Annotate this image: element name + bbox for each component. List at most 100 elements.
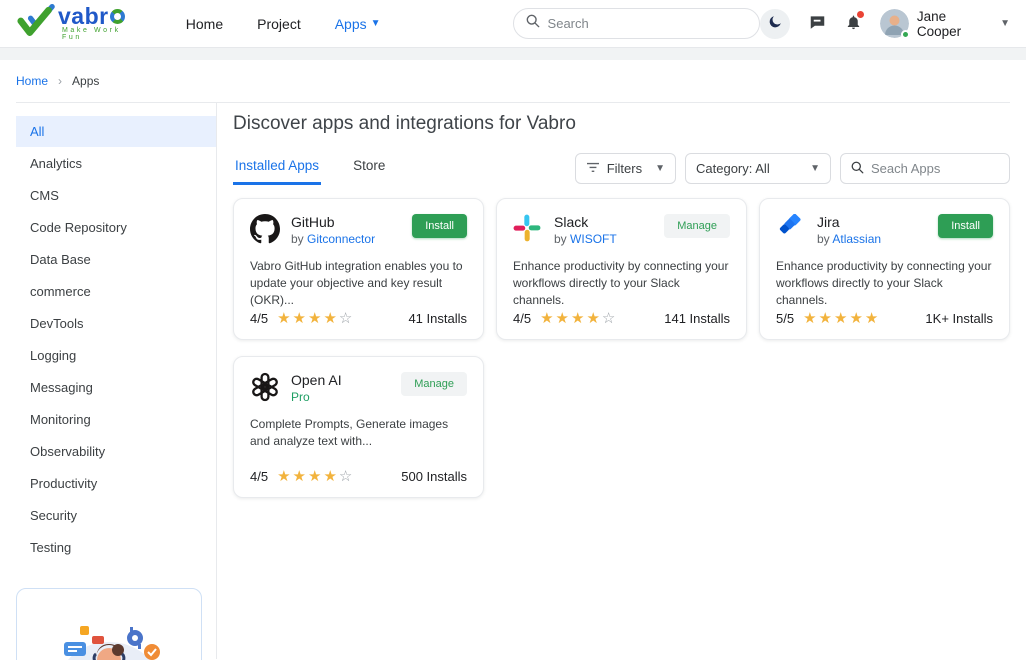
nav-item-project[interactable]: Project	[257, 16, 301, 32]
sidebar-item-monitoring[interactable]: Monitoring	[16, 404, 216, 435]
rating-value: 4/5	[250, 469, 268, 484]
breadcrumb: Home › Apps	[16, 60, 1010, 103]
messages-button[interactable]	[808, 13, 827, 34]
card-action-button[interactable]: Manage	[401, 372, 467, 396]
avatar	[880, 9, 909, 38]
sidebar-item-devtools[interactable]: DevTools	[16, 308, 216, 339]
star-filled-icon: ★	[571, 310, 586, 327]
woman-laptop-illustration-icon	[34, 614, 184, 660]
card-action-button[interactable]: Install	[938, 214, 993, 238]
top-navbar: vabr Make Work Fun Home Project Apps ▼	[0, 0, 1026, 48]
card-by-label: by	[291, 232, 304, 246]
tab-store[interactable]: Store	[351, 152, 387, 185]
main-content: Discover apps and integrations for Vabro…	[217, 103, 1026, 659]
star-rating: ★★★★★	[803, 311, 880, 326]
star-filled-icon: ★	[834, 310, 849, 327]
category-sidebar: AllAnalyticsCMSCode RepositoryData Basec…	[16, 103, 217, 659]
card-vendor-link[interactable]: WISOFT	[570, 232, 617, 246]
sidebar-item-code-repository[interactable]: Code Repository	[16, 212, 216, 243]
sidebar-item-logging[interactable]: Logging	[16, 340, 216, 371]
sidebar-item-cms[interactable]: CMS	[16, 180, 216, 211]
star-rating: ★★★★☆	[540, 311, 617, 326]
nav-item-apps[interactable]: Apps ▼	[335, 16, 381, 32]
chevron-down-icon: ▼	[810, 164, 820, 174]
app-description: Enhance productivity by connecting your …	[776, 258, 993, 309]
jira-icon	[776, 214, 806, 244]
sidebar-item-analytics[interactable]: Analytics	[16, 148, 216, 179]
rating-value: 5/5	[776, 311, 794, 326]
slack-icon	[513, 214, 543, 244]
user-name: Jane Cooper	[917, 9, 992, 39]
search-icon	[526, 14, 540, 33]
star-filled-icon: ★	[277, 468, 292, 485]
app-card: Slack by WISOFT Manage Enhance productiv…	[496, 198, 747, 340]
sidebar-item-security[interactable]: Security	[16, 500, 216, 531]
sidebar-item-commerce[interactable]: commerce	[16, 276, 216, 307]
chevron-down-icon: ▼	[371, 19, 381, 29]
breadcrumb-current: Apps	[72, 74, 99, 88]
sidebar-item-data-base[interactable]: Data Base	[16, 244, 216, 275]
star-filled-icon: ★	[556, 310, 571, 327]
openai-icon	[250, 372, 280, 402]
star-empty-icon: ☆	[602, 310, 617, 327]
app-card: Open AI Pro Manage Complete Prompts, Gen…	[233, 356, 484, 498]
card-action-button[interactable]: Install	[412, 214, 467, 238]
card-vendor-link[interactable]: Gitconnector	[307, 232, 375, 246]
online-status-dot	[901, 30, 910, 39]
sidebar-item-messaging[interactable]: Messaging	[16, 372, 216, 403]
main-nav: Home Project Apps ▼	[186, 16, 381, 32]
install-count: 141 Installs	[664, 311, 730, 326]
star-filled-icon: ★	[323, 468, 338, 485]
star-filled-icon: ★	[586, 310, 601, 327]
app-name: Open AI	[291, 372, 342, 390]
star-empty-icon: ☆	[339, 310, 354, 327]
app-name: GitHub	[291, 214, 375, 232]
star-filled-icon: ★	[819, 310, 834, 327]
dark-mode-toggle[interactable]	[760, 9, 790, 39]
apps-search[interactable]	[840, 153, 1010, 184]
app-description: Enhance productivity by connecting your …	[513, 258, 730, 309]
card-vendor-link[interactable]: Atlassian	[832, 232, 881, 246]
app-description: Complete Prompts, Generate images and an…	[250, 416, 467, 450]
sidebar-item-productivity[interactable]: Productivity	[16, 468, 216, 499]
nav-item-home[interactable]: Home	[186, 16, 223, 32]
card-by-label: by	[817, 232, 830, 246]
breadcrumb-home-link[interactable]: Home	[16, 74, 48, 88]
brand-o-icon	[110, 9, 125, 24]
rating-value: 4/5	[513, 311, 531, 326]
category-select[interactable]: Category: All ▼	[685, 153, 831, 184]
install-count: 1K+ Installs	[925, 311, 993, 326]
user-menu[interactable]: Jane Cooper ▼	[880, 9, 1010, 39]
search-input[interactable]	[548, 16, 748, 31]
star-rating: ★★★★☆	[277, 311, 354, 326]
install-count: 41 Installs	[408, 311, 467, 326]
star-filled-icon: ★	[293, 468, 308, 485]
moon-icon	[767, 14, 783, 33]
notification-badge	[857, 11, 864, 18]
tab-installed-apps[interactable]: Installed Apps	[233, 152, 321, 185]
app-card: Jira by Atlassian Install Enhance produc…	[759, 198, 1010, 340]
card-vendor-link[interactable]: Pro	[291, 390, 310, 404]
vabro-checkmark-icon	[16, 4, 56, 43]
filters-button[interactable]: Filters ▼	[575, 153, 676, 184]
chevron-down-icon: ▼	[655, 164, 665, 174]
sidebar-item-observability[interactable]: Observability	[16, 436, 216, 467]
apps-search-input[interactable]	[871, 161, 999, 176]
star-filled-icon: ★	[865, 310, 880, 327]
global-search[interactable]	[513, 8, 761, 39]
sidebar-item-testing[interactable]: Testing	[16, 532, 216, 563]
vabro-logo[interactable]: vabr Make Work Fun	[16, 4, 144, 43]
star-filled-icon: ★	[308, 310, 323, 327]
star-rating: ★★★★☆	[277, 469, 354, 484]
star-filled-icon: ★	[293, 310, 308, 327]
card-action-button[interactable]: Manage	[664, 214, 730, 238]
chevron-down-icon: ▼	[1000, 19, 1010, 29]
chevron-right-icon: ›	[58, 74, 62, 88]
star-filled-icon: ★	[277, 310, 292, 327]
sidebar-item-all[interactable]: All	[16, 116, 216, 147]
notifications-button[interactable]	[845, 13, 862, 34]
star-filled-icon: ★	[803, 310, 818, 327]
sidebar-illustration-card	[16, 588, 202, 660]
star-filled-icon: ★	[323, 310, 338, 327]
tabs: Installed Apps Store	[233, 152, 387, 185]
